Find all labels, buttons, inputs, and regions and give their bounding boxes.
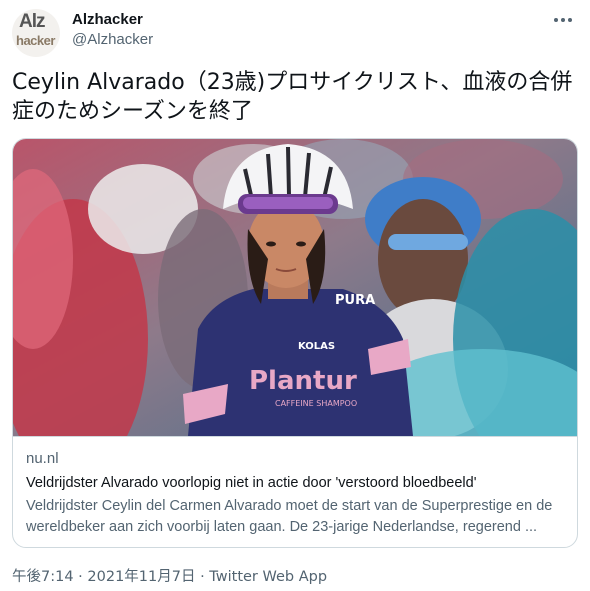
avatar[interactable]: Alz hacker <box>12 9 60 57</box>
jersey-shoulder-text: PURA <box>335 293 375 308</box>
author-handle[interactable]: @Alzhacker <box>72 31 153 48</box>
jersey-sponsor-text: KOLAS <box>298 341 335 352</box>
more-options-button[interactable] <box>550 10 576 30</box>
link-card-image[interactable]: Plantur CAFFEINE SHAMPOO KOLAS PURA <box>13 139 577 436</box>
tweet-timestamp[interactable]: 午後7:14 · 2021年11月7日 · Twitter Web App <box>12 565 327 586</box>
more-horizontal-icon <box>554 18 572 22</box>
link-card-title: Veldrijdster Alvarado voorlopig niet in … <box>26 475 477 491</box>
author-display-name[interactable]: Alzhacker <box>72 11 143 28</box>
jersey-sub-text: CAFFEINE SHAMPOO <box>275 399 357 408</box>
avatar-text-top: Alz <box>19 11 45 32</box>
link-card-domain: nu.nl <box>26 450 59 467</box>
tweet: Alz hacker Alzhacker @Alzhacker Ceylin A… <box>0 0 590 591</box>
avatar-text-bottom: hacker <box>16 33 55 48</box>
link-card[interactable]: Plantur CAFFEINE SHAMPOO KOLAS PURA nu.n… <box>12 138 578 548</box>
jersey-brand-text: Plantur <box>249 366 357 396</box>
link-card-description: Veldrijdster Ceylin del Carmen Alvarado … <box>26 498 553 535</box>
tweet-text: Ceylin Alvarado（23歳)プロサイクリスト、血液の合併症のためシー… <box>12 70 573 124</box>
link-card-meta[interactable]: nu.nl Veldrijdster Alvarado voorlopig ni… <box>13 436 577 547</box>
